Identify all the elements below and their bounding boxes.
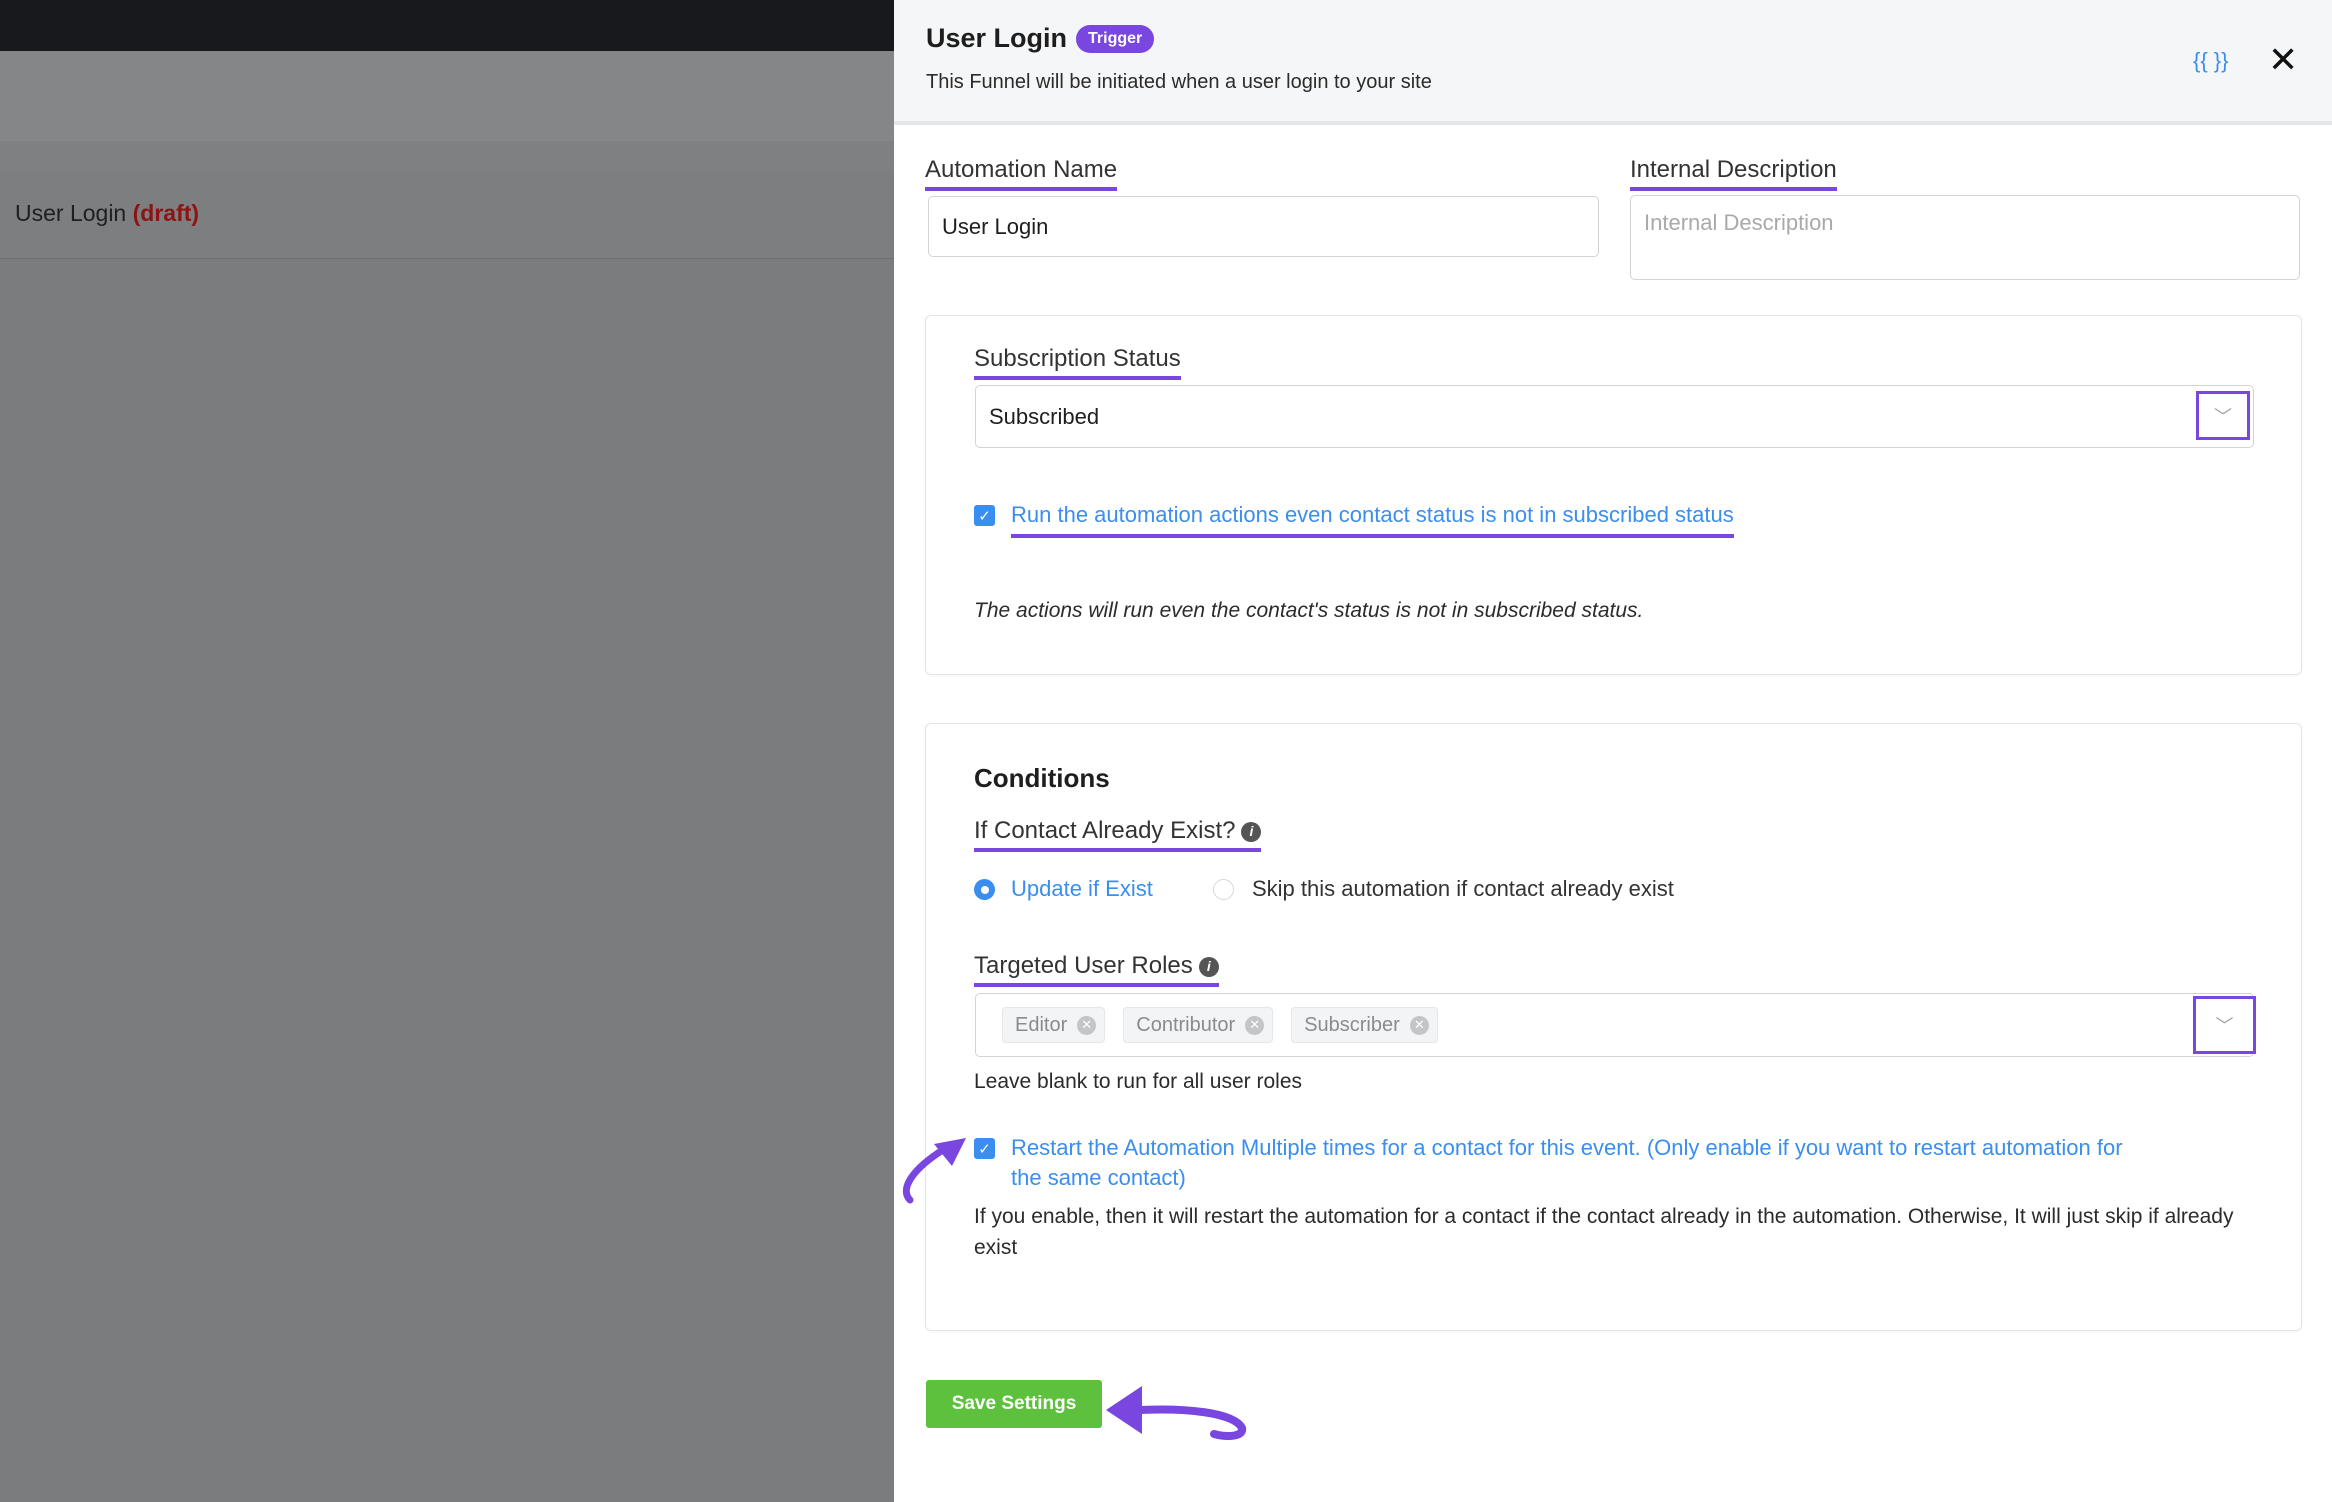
internal-description-textarea[interactable]: Internal Description	[1630, 195, 2300, 280]
annotation-arrow-icon	[902, 1138, 966, 1204]
remove-tag-icon[interactable]: ✕	[1409, 1015, 1429, 1035]
draft-status: (draft)	[132, 200, 200, 226]
restart-help-text: If you enable, then it will restart the …	[974, 1205, 2234, 1259]
run-even-unsubscribed-label[interactable]: Run the automation actions even contact …	[1011, 502, 1734, 538]
checkbox-text: Run the automation actions even contact …	[1011, 502, 1734, 527]
background-strip	[0, 141, 894, 171]
tag-label: Subscriber	[1304, 1013, 1400, 1036]
automation-name-input[interactable]: User Login	[928, 196, 1599, 257]
subscription-status-label: Subscription Status	[974, 345, 1181, 381]
user-roles-multiselect[interactable]: Editor ✕ Contributor ✕ Subscriber ✕	[975, 993, 2254, 1057]
background-automation-title: User Login (draft)	[15, 200, 199, 227]
close-icon[interactable]: ✕	[2268, 42, 2298, 78]
remove-tag-icon[interactable]: ✕	[1245, 1015, 1265, 1035]
trigger-badge: Trigger	[1076, 24, 1155, 53]
drawer-title: User Login Trigger	[926, 23, 1155, 54]
settings-drawer: User Login Trigger This Funnel will be in…	[894, 0, 2332, 1502]
tag-label: Contributor	[1136, 1013, 1236, 1036]
internal-description-label: Internal Description	[1630, 156, 1837, 192]
contact-exist-label: If Contact Already Exist? i	[974, 817, 1262, 853]
automation-name-label: Automation Name	[925, 156, 1118, 192]
targeted-roles-label: Targeted User Roles i	[974, 952, 1219, 988]
conditions-heading: Conditions	[974, 763, 1110, 793]
update-if-exist-radio[interactable]	[974, 879, 995, 900]
drawer-header: User Login Trigger This Funnel will be in…	[894, 0, 2332, 125]
annotation-arrow-icon	[1106, 1386, 1247, 1440]
placeholder-text: Internal Description	[1644, 210, 1834, 235]
role-tag-subscriber: Subscriber ✕	[1291, 1007, 1438, 1043]
info-icon[interactable]: i	[1198, 956, 1219, 977]
automation-name-value: User Login	[942, 213, 1049, 239]
restart-automation-label[interactable]: Restart the Automation Multiple times fo…	[1011, 1133, 2151, 1193]
label-text: If Contact Already Exist?	[974, 817, 1236, 844]
save-settings-button[interactable]: Save Settings	[926, 1380, 1102, 1428]
subscription-status-select[interactable]: Subscribed	[975, 385, 2254, 448]
label-text: Targeted User Roles	[974, 952, 1193, 979]
background-header	[0, 51, 894, 141]
chevron-down-icon[interactable]: ﹀	[2193, 996, 2256, 1054]
chevron-down-icon[interactable]: ﹀	[2196, 391, 2250, 440]
tag-label: Editor	[1015, 1013, 1068, 1036]
role-tag-editor: Editor ✕	[1002, 1007, 1106, 1043]
restart-automation-checkbox[interactable]: ✓	[974, 1138, 995, 1159]
subscription-note: The actions will run even the contact's …	[974, 599, 1644, 622]
skip-automation-label[interactable]: Skip this automation if contact already …	[1252, 876, 1674, 902]
role-tag-contributor: Contributor ✕	[1123, 1007, 1274, 1043]
drawer-subtitle: This Funnel will be initiated when a use…	[926, 71, 1432, 93]
update-if-exist-label[interactable]: Update if Exist	[1011, 876, 1153, 902]
remove-tag-icon[interactable]: ✕	[1077, 1015, 1097, 1035]
info-icon[interactable]: i	[1241, 821, 1262, 842]
skip-automation-radio[interactable]	[1213, 879, 1234, 900]
selected-value: Subscribed	[989, 403, 1100, 429]
admin-top-bar	[0, 0, 894, 51]
smart-codes-icon[interactable]: {{ }}	[2193, 48, 2229, 74]
automation-title: User Login	[15, 200, 127, 226]
title-text: User Login	[926, 23, 1068, 53]
roles-help-text: Leave blank to run for all user roles	[974, 1070, 1303, 1093]
